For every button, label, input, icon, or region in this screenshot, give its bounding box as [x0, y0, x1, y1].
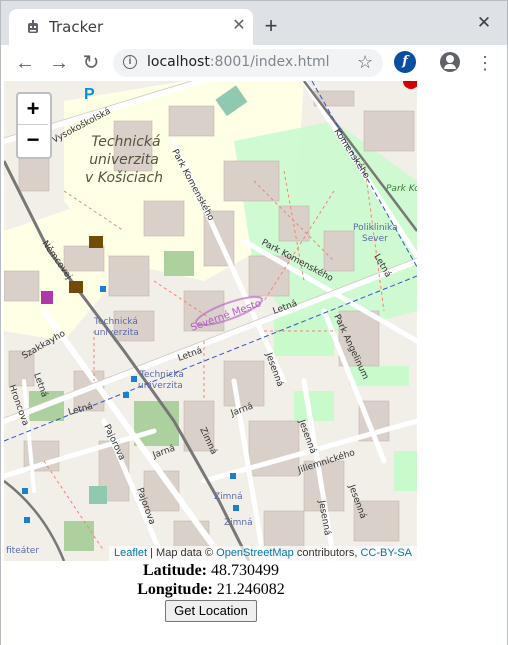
label-university-2: univerzita — [89, 152, 159, 168]
extension-icon[interactable]: f — [394, 51, 416, 73]
reload-button[interactable]: ↻ — [79, 51, 103, 75]
label-fiteater: fiteáter — [6, 546, 39, 556]
tab-tracker[interactable]: Tracker ✕ — [9, 9, 253, 45]
menu-icon[interactable]: ⋮ — [476, 51, 494, 75]
address-bar[interactable]: i localhost:8001/index.html ☆ — [113, 49, 383, 77]
star-icon[interactable]: ☆ — [357, 52, 373, 73]
forward-button[interactable]: → — [47, 51, 71, 75]
new-tab-button[interactable]: + — [259, 14, 283, 38]
map-attribution: Leaflet | Map data © OpenStreetMap contr… — [109, 546, 417, 561]
label-poliklinika-b: Sever — [362, 234, 388, 244]
page-content: P Technická univerzita v Košiciach Vysok… — [1, 81, 507, 645]
get-location-button[interactable]: Get Location — [165, 600, 257, 622]
tab-strip: Tracker ✕ + ✕ — [1, 1, 507, 45]
location-panel: Latitude: 48.730499 Longitude: 21.246082… — [1, 561, 421, 622]
latitude-label: Latitude: — [143, 562, 207, 579]
label-zimna-2: Zimná — [214, 492, 243, 502]
label-zimna-3: Zimná — [224, 518, 253, 528]
window-close-button[interactable]: ✕ — [473, 12, 495, 34]
info-icon[interactable]: i — [123, 55, 137, 69]
zoom-in-button[interactable]: + — [18, 94, 48, 125]
label-stop-tu1-a: Technická — [93, 317, 138, 327]
library-icon — [69, 281, 83, 293]
label-stop-tu1-b: univerzita — [94, 328, 139, 338]
browser-toolbar: ← → ↻ i localhost:8001/index.html ☆ f ⋮ — [1, 45, 507, 82]
leaflet-link[interactable]: Leaflet — [114, 547, 147, 559]
robot-icon — [28, 20, 38, 33]
zoom-out-button[interactable]: − — [18, 125, 48, 155]
osm-link[interactable]: OpenStreetMap — [216, 547, 294, 559]
browser-window: Tracker ✕ + ✕ ← → ↻ i localhost:8001/ind… — [0, 0, 508, 645]
tab-title: Tracker — [49, 18, 104, 36]
map-tiles: P Technická univerzita v Košiciach Vysok… — [4, 81, 417, 561]
longitude-label: Longitude: — [137, 581, 213, 598]
map[interactable]: P Technická univerzita v Košiciach Vysok… — [4, 81, 417, 561]
label-stop-tu2-a: Technická — [139, 370, 184, 380]
back-button[interactable]: ← — [13, 51, 37, 75]
license-link[interactable]: CC-BY-SA — [360, 547, 412, 559]
label-stop-tu2-b: univerzita — [138, 381, 183, 391]
longitude-row: Longitude: 21.246082 — [1, 580, 421, 599]
label-university-3: v Košiciach — [85, 170, 163, 186]
label-poliklinika-a: Poliklinika — [353, 223, 398, 233]
library-icon — [89, 236, 103, 248]
longitude-value: 21.246082 — [212, 581, 285, 598]
url-text[interactable]: localhost:8001/index.html — [147, 54, 330, 70]
label-park-k: Park Ko — [386, 184, 417, 194]
parking-icon: P — [84, 86, 95, 103]
account-icon[interactable] — [440, 52, 460, 72]
latitude-value: 48.730499 — [207, 562, 279, 579]
label-university-1: Technická — [91, 134, 160, 150]
latitude-row: Latitude: 48.730499 — [1, 561, 421, 580]
tab-close-icon[interactable]: ✕ — [230, 17, 248, 35]
theatre-icon — [41, 291, 53, 304]
zoom-control: + − — [16, 92, 52, 159]
